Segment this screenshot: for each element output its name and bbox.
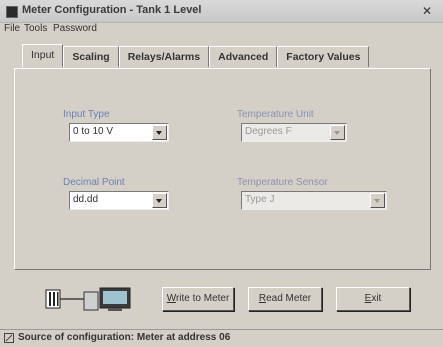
title-bar: Meter Configuration - Tank 1 Level ✕ xyxy=(0,0,443,23)
write-to-meter-label: rite to Meter xyxy=(175,293,230,304)
decimal-point-value: dd.dd xyxy=(73,194,99,205)
tab-input[interactable]: Input xyxy=(22,44,64,67)
tab-factory-values[interactable]: Factory Values xyxy=(277,46,370,67)
input-type-label: Input Type xyxy=(63,109,110,120)
tab-advanced[interactable]: Advanced xyxy=(209,46,278,67)
input-type-value: 0 to 10 V xyxy=(73,126,114,137)
close-button[interactable]: ✕ xyxy=(421,5,433,17)
chevron-down-icon[interactable] xyxy=(152,193,167,208)
exit-label: xit xyxy=(371,293,382,304)
tab-scaling[interactable]: Scaling xyxy=(63,46,119,67)
menu-tools[interactable]: Tools xyxy=(24,23,47,34)
read-meter-accel: R xyxy=(258,293,267,304)
input-type-select[interactable]: 0 to 10 V xyxy=(69,123,169,142)
temperature-sensor-value: Type J xyxy=(245,194,275,205)
chevron-down-icon[interactable] xyxy=(152,125,167,140)
chevron-down-icon[interactable] xyxy=(330,125,345,140)
status-text: Source of configuration: Meter at addres… xyxy=(18,332,231,343)
write-to-meter-button[interactable]: Write to Meter xyxy=(162,287,234,311)
decimal-point-select[interactable]: dd.dd xyxy=(69,191,169,210)
chevron-down-icon[interactable] xyxy=(370,193,385,208)
decimal-point-label: Decimal Point xyxy=(63,177,125,188)
close-icon: ✕ xyxy=(421,4,433,18)
menu-password[interactable]: Password xyxy=(53,23,97,34)
status-info-icon xyxy=(4,333,14,343)
temperature-unit-value: Degrees F xyxy=(245,126,292,137)
tab-strip: Input Scaling Relays/Alarms Advanced Fac… xyxy=(22,44,370,68)
read-meter-label: ead Meter xyxy=(266,293,312,304)
tab-relays-alarms[interactable]: Relays/Alarms xyxy=(118,46,210,67)
temperature-sensor-select[interactable]: Type J xyxy=(241,191,387,210)
read-meter-button[interactable]: Read Meter xyxy=(248,287,322,311)
menu-file[interactable]: File xyxy=(4,23,20,34)
meter-configuration-window: Meter Configuration - Tank 1 Level ✕ Fil… xyxy=(0,0,443,347)
temperature-sensor-label: Temperature Sensor xyxy=(237,177,328,188)
status-bar: Source of configuration: Meter at addres… xyxy=(0,329,443,347)
exit-button[interactable]: Exit xyxy=(336,287,410,311)
meter-pc-link-icon xyxy=(45,287,131,311)
write-to-meter-accel: W xyxy=(166,293,176,304)
temperature-unit-label: Temperature Unit xyxy=(237,109,314,120)
app-icon xyxy=(6,6,18,18)
input-tab-panel: Input Type 0 to 10 V Temperature Unit De… xyxy=(14,68,431,270)
temperature-unit-select[interactable]: Degrees F xyxy=(241,123,347,142)
menu-bar: File Tools Password xyxy=(0,22,443,38)
window-title: Meter Configuration - Tank 1 Level xyxy=(22,4,202,16)
